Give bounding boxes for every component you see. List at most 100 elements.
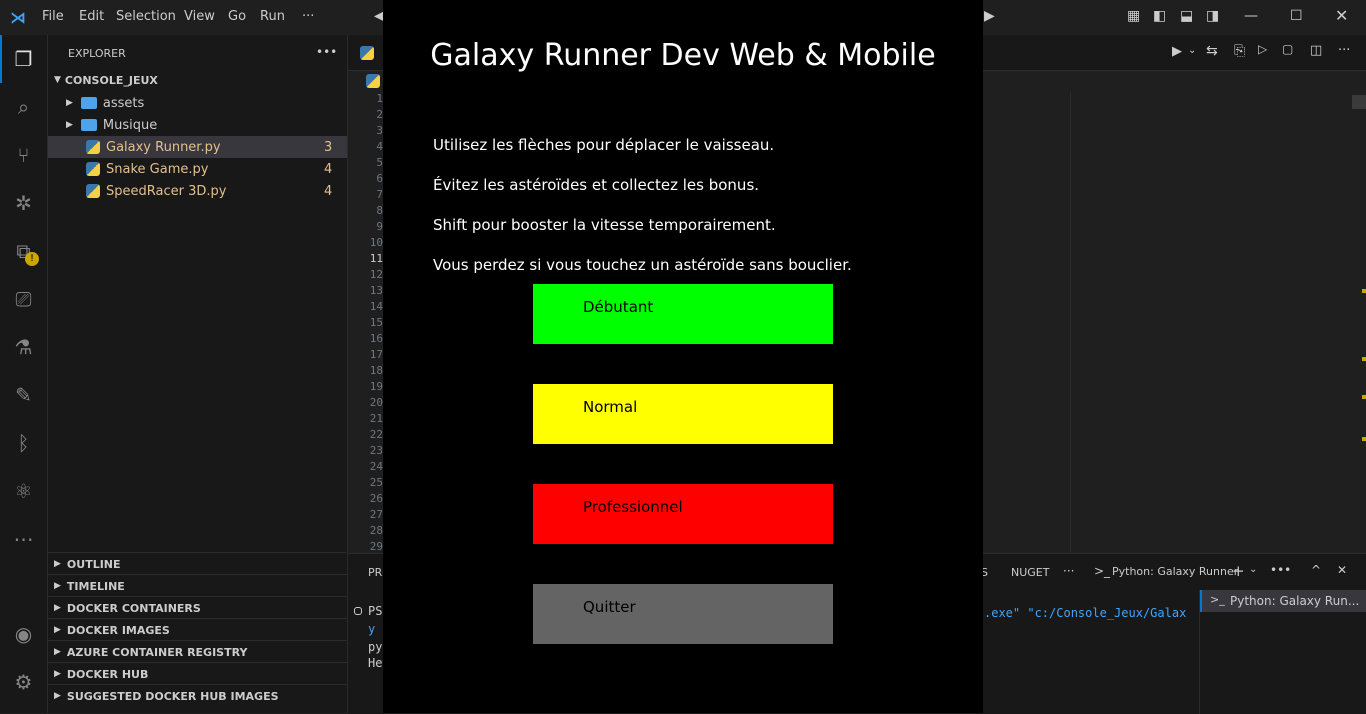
folder-musique[interactable]: ▶ Musique [48,114,347,136]
chevron-right-icon: ▶ [54,647,61,657]
folder-assets[interactable]: ▶ assets [48,92,347,114]
customize-layout-icon[interactable]: ▦ [1127,8,1140,24]
panel-more-button[interactable]: ··· [1063,564,1074,578]
section-suggested-docker-hub[interactable]: ▶ SUGGESTED DOCKER HUB IMAGES [48,684,347,707]
section-label: DOCKER CONTAINERS [66,601,201,615]
line-number: 10 [369,236,383,249]
run-debug-icon[interactable]: ✲ [0,179,47,227]
section-docker-images[interactable]: ▶ DOCKER IMAGES [48,618,347,641]
minimap-slider[interactable] [1352,95,1366,109]
run-file-icon[interactable]: ▶ [1172,44,1182,59]
new-terminal-icon[interactable]: + [1232,562,1245,580]
menu-selection[interactable]: Selection [116,9,176,24]
chevron-right-icon: ▶ [54,669,61,679]
brush-icon[interactable]: ✎ [0,371,47,419]
explorer-icon[interactable]: ❐ [0,35,47,83]
more-views-icon[interactable]: ⋯ [0,515,47,563]
section-timeline[interactable]: ▶ TIMELINE [48,574,347,597]
section-azure-registry[interactable]: ▶ AZURE CONTAINER REGISTRY [48,640,347,663]
extensions-icon[interactable]: ⧉ [0,227,47,275]
difficulty-normal-button[interactable]: Normal [533,384,833,444]
chevron-right-icon: ▶ [54,559,61,569]
file-snake-game[interactable]: Snake Game.py 4 [48,158,347,180]
editor-more-icon[interactable]: ··· [1338,43,1350,58]
python-file-icon [86,184,100,198]
menu-go[interactable]: Go [228,9,246,24]
close-window-icon[interactable]: ✕ [1335,6,1348,25]
source-control-icon[interactable]: ⑂ [0,131,47,179]
forward-arrow-icon[interactable]: ▶ [984,8,995,24]
difficulty-professionnel-button[interactable]: Professionnel [533,484,833,544]
line-number: 29 [369,540,383,553]
scrollbar-marker [1362,395,1366,399]
toggle-secondary-sidebar-icon[interactable]: ◨ [1206,8,1219,24]
chevron-right-icon: ▶ [54,581,61,591]
menu-edit[interactable]: Edit [79,9,104,24]
chevron-right-icon: ▶ [54,691,61,701]
split-editor-icon[interactable]: ◫ [1310,43,1322,58]
chevron-down-icon[interactable]: ⌄ [1188,45,1196,56]
php-run-icon[interactable]: ▷ [1258,42,1267,56]
line-number: 27 [369,508,383,521]
section-docker-hub[interactable]: ▶ DOCKER HUB [48,662,347,685]
remote-explorer-icon[interactable]: ⎚ [0,275,47,323]
line-number: 12 [369,268,383,281]
menu-run[interactable]: Run [260,9,285,24]
line-number: 24 [369,460,383,473]
panel-tab-nuget[interactable]: NUGET [1011,566,1049,579]
settings-gear-icon[interactable]: ⚙ [0,658,47,706]
terminal-list-item[interactable]: >_ Python: Galaxy Run... [1200,590,1366,612]
folder-label: assets [102,95,145,111]
terminal-line: PS [368,604,383,618]
terminal-icon: >_ [1210,593,1225,606]
section-label: AZURE CONTAINER REGISTRY [66,645,248,659]
menu-view[interactable]: View [184,9,215,24]
section-docker-containers[interactable]: ▶ DOCKER CONTAINERS [48,596,347,619]
bing-icon[interactable]: ᛒ [0,419,47,467]
line-number: 2 [376,108,383,121]
menu-file[interactable]: File [42,9,64,24]
toggle-sidebar-icon[interactable]: ◧ [1153,8,1166,24]
file-speedracer[interactable]: SpeedRacer 3D.py 4 [48,180,347,202]
difficulty-debutant-button[interactable]: Débutant [533,284,833,344]
instruction-line: Utilisez les flèches pour déplacer le va… [433,136,775,154]
minimize-icon[interactable]: — [1244,8,1258,24]
section-outline[interactable]: ▶ OUTLINE [48,552,347,575]
folder-icon [80,119,97,131]
compare-icon[interactable]: ⇆ [1206,43,1218,59]
line-number: 22 [369,428,383,441]
section-label: SUGGESTED DOCKER HUB IMAGES [66,689,279,703]
explorer-sidebar: EXPLORER ••• ▼ CONSOLE_JEUX ▶ assets ▶ M… [48,35,348,713]
python-file-icon [86,162,100,176]
workspace-root[interactable]: ▼ CONSOLE_JEUX [48,69,347,91]
menu-more[interactable]: ··· [302,9,314,24]
file-label: Snake Game.py [106,161,209,177]
testing-icon[interactable]: ⚗ [0,323,47,371]
php-debug-icon[interactable]: ▢ [1282,42,1293,56]
terminal-line: y [368,622,376,636]
activity-bar: ❐ ⌕ ⑂ ✲ ⧉ ! ⎚ ⚗ ✎ ᛒ ⚛ ⋯ ◉ ⚙ [0,35,48,713]
maximize-panel-icon[interactable]: ^ [1311,563,1321,577]
instruction-line: Shift pour booster la vitesse temporaire… [433,216,776,234]
folder-icon [80,97,97,109]
terminal-more-icon[interactable]: ••• [1270,563,1291,577]
terminal-dropdown-label[interactable]: Python: Galaxy Runner [1112,565,1238,578]
terminal-command-text: .exe" "c:/Console_Jeux/Galax [984,606,1187,620]
explorer-more-button[interactable]: ••• [316,45,337,59]
chevron-down-icon[interactable]: ⌄ [1249,564,1257,575]
line-number: 15 [369,316,383,329]
close-panel-icon[interactable]: ✕ [1337,563,1347,577]
terminal-list-label: Python: Galaxy Run... [1230,594,1360,608]
toggle-panel-icon[interactable]: ⬓ [1180,8,1193,24]
search-icon[interactable]: ⌕ [0,83,47,131]
python-file-icon [366,74,380,88]
file-galaxy-runner[interactable]: Galaxy Runner.py 3 [48,136,347,158]
line-number: 16 [369,332,383,345]
account-icon[interactable]: ◉ [0,610,47,658]
quit-button[interactable]: Quitter [533,584,833,644]
open-preview-icon[interactable]: ⎘ [1234,43,1245,59]
game-title: Galaxy Runner Dev Web & Mobile [430,38,936,73]
react-icon[interactable]: ⚛ [0,467,47,515]
indent-guide [1070,92,1071,552]
maximize-icon[interactable]: ☐ [1290,8,1303,24]
